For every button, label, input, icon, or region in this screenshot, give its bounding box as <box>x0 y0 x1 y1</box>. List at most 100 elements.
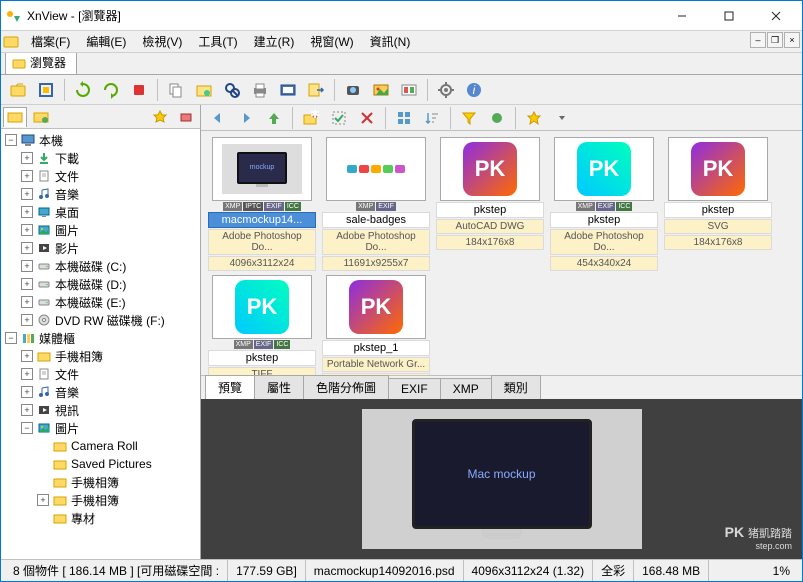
tree-toggle[interactable]: + <box>21 242 33 254</box>
ptab-preview[interactable]: 預覽 <box>205 375 255 399</box>
tag[interactable] <box>484 105 510 131</box>
copy-button[interactable] <box>163 77 189 103</box>
tree-toggle[interactable]: + <box>21 278 33 290</box>
tree-toggle[interactable]: + <box>37 494 49 506</box>
fav-drop[interactable] <box>549 105 575 131</box>
stop-button[interactable] <box>126 77 152 103</box>
thumbnail-t6[interactable]: PKpkstep_1Portable Network Gr...513x513x… <box>321 275 431 375</box>
menu-view[interactable]: 檢視(V) <box>134 31 190 52</box>
slideshow-button[interactable] <box>275 77 301 103</box>
menu-tools[interactable]: 工具(T) <box>190 31 245 52</box>
tree-toggle[interactable]: + <box>21 404 33 416</box>
tab-search[interactable] <box>174 107 198 127</box>
mdi-close[interactable]: × <box>784 32 800 48</box>
tree-libraries[interactable]: −媒體櫃 <box>3 329 198 347</box>
drawing-button[interactable] <box>396 77 422 103</box>
view-mode[interactable] <box>391 105 417 131</box>
open-button[interactable] <box>5 77 31 103</box>
tree-dvd[interactable]: +DVD RW 磁碟機 (F:) <box>3 311 198 329</box>
tree-toggle[interactable]: − <box>5 134 17 146</box>
sort[interactable] <box>419 105 445 131</box>
tree-phone3[interactable]: +手機相簿 <box>3 491 198 509</box>
ptab-categories[interactable]: 類別 <box>491 375 541 399</box>
ptab-exif[interactable]: EXIF <box>388 378 441 399</box>
menu-edit[interactable]: 編輯(E) <box>78 31 134 52</box>
thumbnail-t4[interactable]: PKpkstepSVG184x176x8 <box>663 137 773 271</box>
close-button[interactable] <box>753 2 798 30</box>
tree-toggle[interactable]: + <box>21 206 33 218</box>
thumbnail-t5[interactable]: PKXMPEXIFICCpkstepTIFF454x340x24 <box>207 275 317 375</box>
mdi-minimize[interactable]: – <box>750 32 766 48</box>
browse-button[interactable] <box>191 77 217 103</box>
tree-videos[interactable]: +影片 <box>3 239 198 257</box>
tree-music[interactable]: +音樂 <box>3 185 198 203</box>
select-all[interactable] <box>326 105 352 131</box>
ptab-histogram[interactable]: 色階分佈圖 <box>303 375 389 399</box>
fullscreen-button[interactable] <box>33 77 59 103</box>
thumbnail-t2[interactable]: PKpkstepAutoCAD DWG184x176x8 <box>435 137 545 271</box>
tree-toggle[interactable]: + <box>21 188 33 200</box>
refresh-button[interactable] <box>70 77 96 103</box>
tree-lib-camera[interactable]: +手機相簿 <box>3 347 198 365</box>
delete[interactable] <box>354 105 380 131</box>
wallpaper-button[interactable] <box>368 77 394 103</box>
tree-drive-d[interactable]: +本機磁碟 (D:) <box>3 275 198 293</box>
tree-toggle[interactable]: + <box>21 368 33 380</box>
menu-window[interactable]: 視窗(W) <box>302 31 361 52</box>
maximize-button[interactable] <box>706 2 751 30</box>
tree-toggle[interactable]: − <box>21 422 33 434</box>
tree-extra[interactable]: 專材 <box>3 509 198 527</box>
tree-toggle[interactable]: + <box>21 350 33 362</box>
thumbnail-t3[interactable]: PKXMPEXIFICCpkstepAdobe Photoshop Do...4… <box>549 137 659 271</box>
preview-pane[interactable]: Mac mockup PK 猪凱踏踏step.com <box>201 399 802 559</box>
settings-button[interactable] <box>433 77 459 103</box>
tree-computer[interactable]: −本機 <box>3 131 198 149</box>
tree-drive-e[interactable]: +本機磁碟 (E:) <box>3 293 198 311</box>
tree-toggle[interactable]: + <box>21 170 33 182</box>
folder-tree[interactable]: −本機+下載+文件+音樂+桌面+圖片+影片+本機磁碟 (C:)+本機磁碟 (D:… <box>1 129 200 559</box>
tree-lib-music[interactable]: +音樂 <box>3 383 198 401</box>
tree-desktop[interactable]: +桌面 <box>3 203 198 221</box>
menu-file[interactable]: 檔案(F) <box>23 31 78 52</box>
search-button[interactable] <box>219 77 245 103</box>
minimize-button[interactable] <box>659 2 704 30</box>
favorite[interactable] <box>521 105 547 131</box>
mdi-restore[interactable]: ❐ <box>767 32 783 48</box>
about-button[interactable]: i <box>461 77 487 103</box>
tab-categories[interactable] <box>29 107 53 127</box>
refresh2-button[interactable] <box>98 77 124 103</box>
tree-toggle[interactable]: + <box>21 224 33 236</box>
tree-camroll[interactable]: Camera Roll <box>3 437 198 455</box>
new-folder[interactable]: ✱ <box>298 105 324 131</box>
tree-toggle[interactable]: − <box>5 332 17 344</box>
ptab-xmp[interactable]: XMP <box>440 378 492 399</box>
nav-up[interactable] <box>261 105 287 131</box>
convert-button[interactable] <box>303 77 329 103</box>
tree-lib-pics[interactable]: −圖片 <box>3 419 198 437</box>
ptab-attrs[interactable]: 屬性 <box>254 375 304 399</box>
tab-folders[interactable] <box>3 107 27 127</box>
tree-downloads[interactable]: +下載 <box>3 149 198 167</box>
tree-toggle[interactable]: + <box>21 314 33 326</box>
nav-forward[interactable] <box>233 105 259 131</box>
tree-saved[interactable]: Saved Pictures <box>3 455 198 473</box>
tree-toggle[interactable]: + <box>21 386 33 398</box>
tree-drive-c[interactable]: +本機磁碟 (C:) <box>3 257 198 275</box>
tree-pictures[interactable]: +圖片 <box>3 221 198 239</box>
menu-info[interactable]: 資訊(N) <box>362 31 419 52</box>
tree-lib-docs[interactable]: +文件 <box>3 365 198 383</box>
tree-lib-videos[interactable]: +視訊 <box>3 401 198 419</box>
tree-toggle[interactable]: + <box>21 152 33 164</box>
tree-toggle[interactable]: + <box>21 260 33 272</box>
tree-phone2[interactable]: 手機相簿 <box>3 473 198 491</box>
nav-back[interactable] <box>205 105 231 131</box>
print-button[interactable] <box>247 77 273 103</box>
filter[interactable] <box>456 105 482 131</box>
thumbnail-t1[interactable]: XMPEXIFsale-badgesAdobe Photoshop Do...1… <box>321 137 431 271</box>
tree-documents[interactable]: +文件 <box>3 167 198 185</box>
thumbnail-grid[interactable]: mockupXMPIPTCEXIFICCmacmockup14...Adobe … <box>201 131 802 375</box>
tab-browser[interactable]: 瀏覽器 <box>5 51 77 74</box>
tree-toggle[interactable]: + <box>21 296 33 308</box>
tab-favorites[interactable] <box>148 107 172 127</box>
thumbnail-t0[interactable]: mockupXMPIPTCEXIFICCmacmockup14...Adobe … <box>207 137 317 271</box>
